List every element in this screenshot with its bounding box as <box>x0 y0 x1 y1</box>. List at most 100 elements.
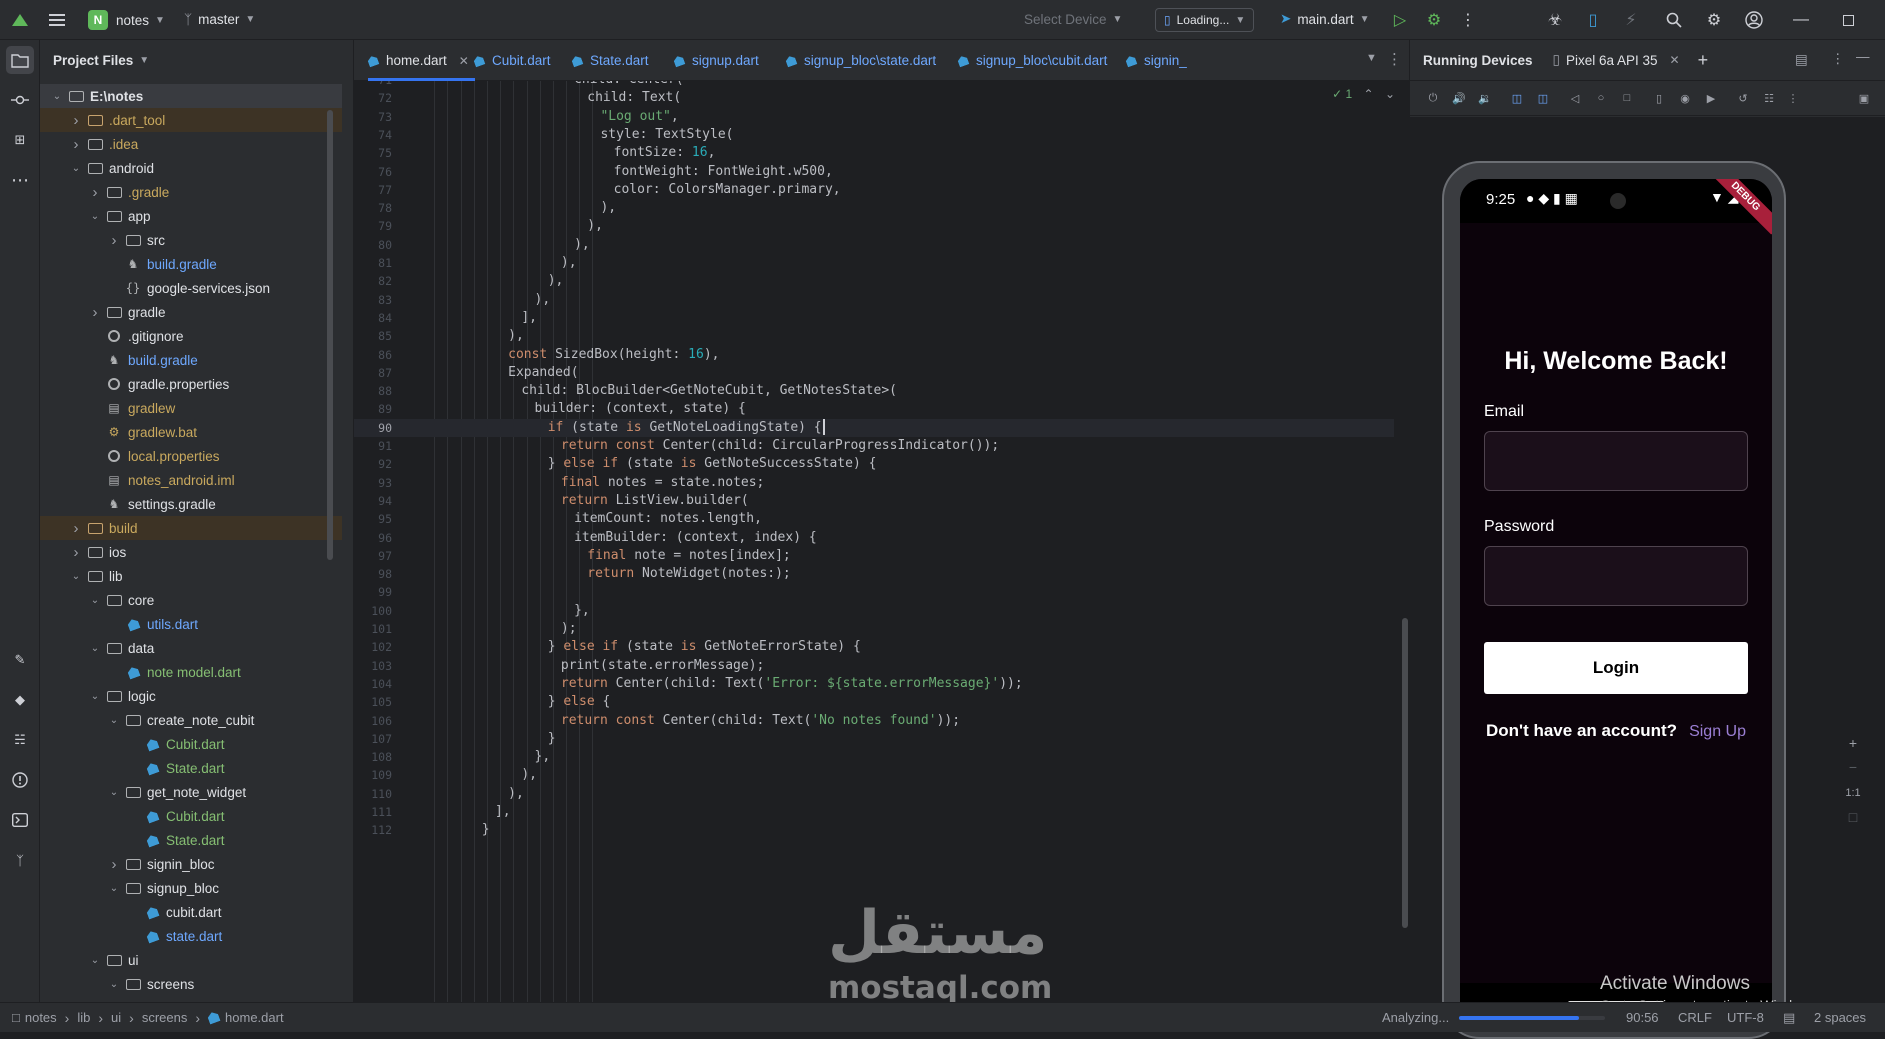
zoom-actual-size[interactable]: 1:1 <box>1842 787 1864 799</box>
search-icon[interactable] <box>1661 7 1687 33</box>
tree-item[interactable]: › .dart_tool <box>40 108 342 132</box>
code-line[interactable]: 100}, <box>354 602 1394 620</box>
tree-item[interactable]: › gradle <box>40 300 342 324</box>
add-device-icon[interactable]: + <box>1698 50 1709 71</box>
breadcrumb-item[interactable]: home.dart <box>225 1010 284 1025</box>
back-icon[interactable]: ◁ <box>1568 91 1582 105</box>
code-line[interactable]: 90 if (state is GetNoteLoadingState) { <box>354 418 1394 437</box>
tree-item[interactable]: › build <box>40 516 342 540</box>
code-line[interactable]: 81), <box>354 254 1394 272</box>
account-icon[interactable] <box>1741 7 1767 33</box>
tree-item[interactable]: ♞ build.gradle <box>40 348 342 372</box>
tree-item[interactable]: › signin_bloc <box>40 852 342 876</box>
code-line[interactable]: 71 child: Center( <box>354 81 1394 89</box>
email-field[interactable] <box>1484 431 1748 491</box>
chevron-down-icon[interactable]: ⌄ <box>69 571 83 582</box>
tree-item[interactable]: state.dart <box>40 924 342 948</box>
readonly-toggle-icon[interactable]: ▤ <box>1783 1010 1795 1026</box>
run-config-selector[interactable]: ➤ main.dart ▼ <box>1280 11 1370 27</box>
chevron-down-icon[interactable]: ⌄ <box>107 715 121 726</box>
more-options-icon[interactable]: ⋮ <box>1831 51 1845 67</box>
fold-icon[interactable]: ▯ <box>1652 91 1666 105</box>
code-line[interactable]: 101); <box>354 620 1394 638</box>
device-manager-icon[interactable]: ▯ <box>1580 7 1606 33</box>
line-separator[interactable]: CRLF <box>1678 1010 1712 1025</box>
code-line[interactable]: 92} else if (state is GetNoteSuccessStat… <box>354 455 1394 473</box>
code-line[interactable]: 74 style: TextStyle( <box>354 126 1394 144</box>
tree-item[interactable]: cubit.dart <box>40 900 342 924</box>
home-icon[interactable]: ○ <box>1594 91 1608 105</box>
zoom-fit-icon[interactable]: □ <box>1842 809 1864 825</box>
project-scrollbar[interactable] <box>327 110 333 560</box>
tree-item[interactable]: ⌄ core <box>40 588 342 612</box>
breadcrumb-item[interactable]: lib <box>77 1010 90 1025</box>
tree-item[interactable]: local.properties <box>40 444 342 468</box>
chevron-down-icon[interactable]: ⌄ <box>69 163 83 174</box>
editor-scrollbar[interactable] <box>1402 618 1408 928</box>
tree-item[interactable]: utils.dart <box>40 612 342 636</box>
more-actions-icon[interactable]: ⋮ <box>1455 7 1481 33</box>
code-editor[interactable]: 71 child: Center(72 child: Text(73 "Log out… <box>354 81 1409 1002</box>
code-line[interactable]: 83), <box>354 291 1394 309</box>
chevron-down-icon[interactable]: ⌄ <box>88 211 102 222</box>
volume-up-icon[interactable]: 🔊 <box>1452 91 1466 105</box>
code-line[interactable]: 73 "Log out", <box>354 108 1394 126</box>
tab-2[interactable]: State.dart <box>572 40 649 81</box>
tree-item[interactable]: › .gradle <box>40 180 342 204</box>
tab-5[interactable]: signup_bloc\cubit.dart <box>958 40 1107 81</box>
chevron-down-icon[interactable]: ⌄ <box>107 979 121 990</box>
code-line[interactable]: 80), <box>354 236 1394 254</box>
tree-item[interactable]: State.dart <box>40 828 342 852</box>
structure-tool-icon[interactable]: ⊞ <box>6 126 34 154</box>
snapshot-icon[interactable]: ↺ <box>1736 91 1750 105</box>
tree-item[interactable]: .gitignore <box>40 324 342 348</box>
code-line[interactable]: 107} <box>354 730 1394 748</box>
device-tab[interactable]: ▯ Pixel 6a API 35 ✕ <box>1553 52 1680 68</box>
file-encoding[interactable]: UTF-8 <box>1727 1010 1764 1025</box>
tree-item[interactable]: › ios <box>40 540 342 564</box>
tree-item[interactable]: ⌄ app <box>40 204 342 228</box>
close-icon[interactable]: ✕ <box>459 54 469 68</box>
breadcrumb-item[interactable]: screens <box>142 1010 188 1025</box>
code-line[interactable]: 106 return const Center(child: Text('No n… <box>354 712 1394 730</box>
main-menu-icon[interactable] <box>44 7 70 33</box>
code-line[interactable]: 97 final note = notes[index]; <box>354 547 1394 565</box>
rotate-left-icon[interactable]: ◫ <box>1510 91 1524 105</box>
analysis-status[interactable]: Analyzing... <box>1382 1010 1621 1025</box>
chevron-right-icon[interactable]: › <box>88 304 102 321</box>
loading-selector[interactable]: ▯ Loading... ▼ <box>1155 8 1255 32</box>
tree-item[interactable]: ⌄ logic <box>40 684 342 708</box>
inspection-widget[interactable]: ✓ 1 ⌃ ⌄ <box>1332 87 1395 101</box>
code-line[interactable]: 104 return Center(child: Text('Error: ${s… <box>354 675 1394 693</box>
chevron-down-icon[interactable]: ⌄ <box>1385 87 1395 101</box>
toolbar-more-icon[interactable]: ⋮ <box>1786 91 1800 105</box>
code-line[interactable]: 99 <box>354 583 1394 601</box>
code-line[interactable]: 95 itemCount: notes.length, <box>354 510 1394 528</box>
chevron-down-icon[interactable]: ⌄ <box>107 787 121 798</box>
code-line[interactable]: 108}, <box>354 748 1394 766</box>
settings-icon[interactable]: ⚙ <box>1701 7 1727 33</box>
code-line[interactable]: 91 return const Center(child: CircularPro… <box>354 437 1394 455</box>
chevron-down-icon[interactable]: ⌄ <box>88 955 102 966</box>
login-button[interactable]: Login <box>1484 642 1748 694</box>
code-line[interactable]: 79), <box>354 217 1394 235</box>
device-selector[interactable]: Select Device ▼ <box>1024 12 1122 27</box>
chevron-down-icon[interactable]: ⌄ <box>50 91 64 102</box>
phone-screen[interactable]: 9:25 ● ◆ ▮ ▦ ▼ ◢ ▮ DEBUG Hi, Welcome Bac… <box>1460 179 1772 1023</box>
code-line[interactable]: 78), <box>354 199 1394 217</box>
gem-icon[interactable]: ◆ <box>6 686 34 714</box>
cursor-position[interactable]: 90:56 <box>1626 1010 1659 1025</box>
chevron-right-icon[interactable]: › <box>69 112 83 129</box>
chevron-down-icon[interactable]: ⌄ <box>88 595 102 606</box>
code-line[interactable]: 98 return NoteWidget(notes:); <box>354 565 1394 583</box>
more-tools-icon[interactable]: ⋯ <box>6 166 34 194</box>
chevron-down-icon[interactable]: ⌄ <box>88 691 102 702</box>
minimize-icon[interactable]: — <box>1788 7 1814 33</box>
terminal-icon[interactable] <box>6 806 34 834</box>
code-line[interactable]: 102} else if (state is GetNoteErrorState… <box>354 638 1394 656</box>
code-line[interactable]: 93 final notes = state.notes; <box>354 474 1394 492</box>
tree-item[interactable]: Cubit.dart <box>40 804 342 828</box>
close-icon[interactable]: ✕ <box>1670 53 1680 67</box>
tree-item[interactable]: ▤ gradlew <box>40 396 342 420</box>
git-icon[interactable]: ᛉ <box>6 846 34 874</box>
